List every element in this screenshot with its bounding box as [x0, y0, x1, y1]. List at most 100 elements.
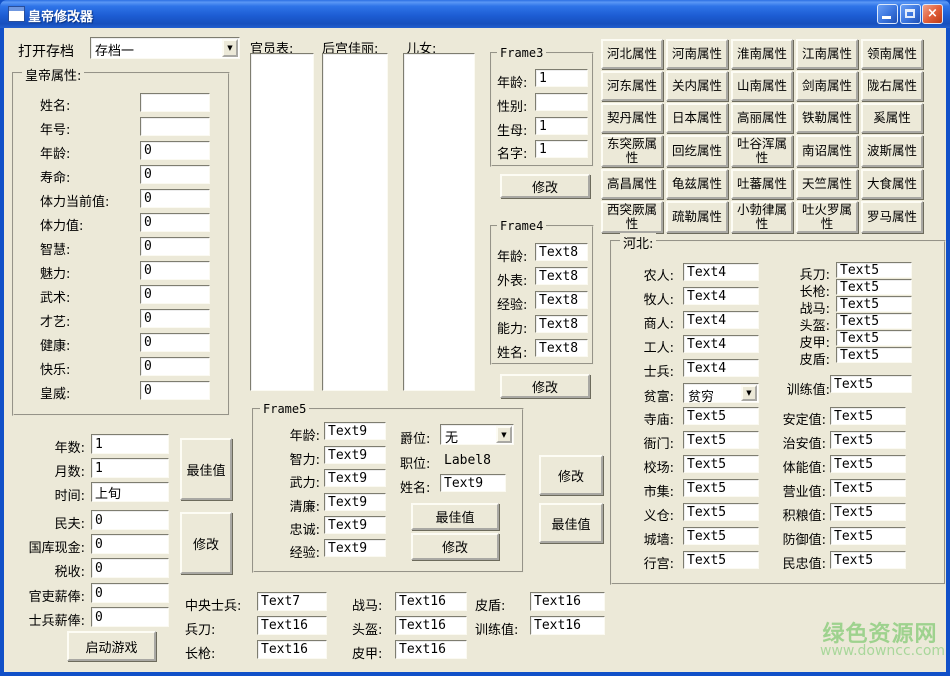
frame5-name-input[interactable]	[440, 474, 506, 492]
frame5-modify-button[interactable]: 修改	[411, 533, 499, 560]
region-button-20[interactable]: 高昌属性	[601, 169, 663, 199]
region-button-16[interactable]: 回纥属性	[666, 135, 728, 167]
region-button-11[interactable]: 日本属性	[666, 103, 728, 133]
frame4-field-4-input[interactable]	[535, 339, 588, 357]
region-button-0[interactable]: 河北属性	[601, 39, 663, 69]
central-4-input[interactable]	[395, 616, 467, 635]
state-field-3-input[interactable]	[91, 510, 169, 530]
hebei-stat-1-input[interactable]	[830, 431, 906, 449]
minimize-button[interactable]	[877, 4, 898, 24]
state-field-1-input[interactable]	[91, 458, 169, 478]
frame4-modify-button[interactable]: 修改	[500, 374, 590, 398]
central-5-input[interactable]	[395, 640, 467, 659]
region-button-24[interactable]: 大食属性	[861, 169, 923, 199]
hebei-eq-4-input[interactable]	[836, 330, 912, 346]
hebei-eq-3-input[interactable]	[836, 313, 912, 329]
region-button-6[interactable]: 关内属性	[666, 71, 728, 101]
children-listbox[interactable]	[403, 53, 475, 391]
region-button-15[interactable]: 东突厥属性	[601, 135, 663, 167]
region-button-21[interactable]: 龟兹属性	[666, 169, 728, 199]
central-0-input[interactable]	[257, 592, 327, 611]
region-button-18[interactable]: 南诏属性	[796, 135, 858, 167]
emperor-field-10-input[interactable]	[140, 333, 210, 352]
region-button-13[interactable]: 铁勒属性	[796, 103, 858, 133]
region-button-7[interactable]: 山南属性	[731, 71, 793, 101]
frame4-field-2-input[interactable]	[535, 291, 588, 309]
close-button[interactable]: ×	[922, 4, 943, 24]
hebei-bld-6-input[interactable]	[683, 551, 759, 569]
central-2-input[interactable]	[257, 640, 327, 659]
frame3-field-3-input[interactable]	[535, 140, 588, 158]
region-button-28[interactable]: 吐火罗属性	[796, 201, 858, 233]
hebei-stat-0-input[interactable]	[830, 407, 906, 425]
region-button-23[interactable]: 天竺属性	[796, 169, 858, 199]
hebei-bld-2-input[interactable]	[683, 455, 759, 473]
frame5-field-4-input[interactable]	[324, 516, 386, 534]
region-button-5[interactable]: 河东属性	[601, 71, 663, 101]
region-button-4[interactable]: 领南属性	[861, 39, 923, 69]
hebei-pop-2-input[interactable]	[683, 311, 759, 329]
region-button-29[interactable]: 罗马属性	[861, 201, 923, 233]
state-modify-button[interactable]: 修改	[180, 512, 232, 574]
hebei-stat-6-input[interactable]	[830, 551, 906, 569]
mid-modify-button[interactable]: 修改	[539, 455, 603, 495]
frame4-field-1-input[interactable]	[535, 267, 588, 285]
region-button-22[interactable]: 吐蕃属性	[731, 169, 793, 199]
emperor-field-1-input[interactable]	[140, 117, 210, 136]
state-field-2-input[interactable]	[91, 482, 169, 502]
chevron-down-icon[interactable]: ▼	[222, 39, 238, 57]
region-button-9[interactable]: 陇右属性	[861, 71, 923, 101]
hebei-pop-3-input[interactable]	[683, 335, 759, 353]
hebei-wealth-combobox[interactable]: 贫穷 ▼	[683, 383, 759, 403]
region-button-17[interactable]: 吐谷浑属性	[731, 135, 793, 167]
frame3-field-1-input[interactable]	[535, 93, 588, 111]
hebei-eq-5-input[interactable]	[836, 347, 912, 363]
region-button-10[interactable]: 契丹属性	[601, 103, 663, 133]
emperor-field-3-input[interactable]	[140, 165, 210, 184]
frame4-field-3-input[interactable]	[535, 315, 588, 333]
frame5-field-5-input[interactable]	[324, 539, 386, 557]
region-button-25[interactable]: 西突厥属性	[601, 201, 663, 233]
hebei-pop-0-input[interactable]	[683, 263, 759, 281]
central-3-input[interactable]	[395, 592, 467, 611]
hebei-bld-0-input[interactable]	[683, 407, 759, 425]
chevron-down-icon[interactable]: ▼	[741, 385, 757, 401]
start-game-button[interactable]: 启动游戏	[67, 631, 156, 661]
state-field-6-input[interactable]	[91, 583, 169, 603]
frame5-rank-combobox[interactable]: 无 ▼	[440, 424, 514, 445]
emperor-field-4-input[interactable]	[140, 189, 210, 208]
region-button-26[interactable]: 疏勒属性	[666, 201, 728, 233]
officials-listbox[interactable]	[250, 53, 314, 391]
hebei-pop-1-input[interactable]	[683, 287, 759, 305]
maximize-button[interactable]	[900, 4, 921, 24]
state-best-button[interactable]: 最佳值	[180, 438, 232, 500]
region-button-8[interactable]: 剑南属性	[796, 71, 858, 101]
emperor-field-5-input[interactable]	[140, 213, 210, 232]
hebei-stat-3-input[interactable]	[830, 479, 906, 497]
hebei-eq-2-input[interactable]	[836, 296, 912, 312]
save-slot-combobox[interactable]: 存档一 ▼	[90, 37, 240, 59]
central-6-input[interactable]	[530, 592, 605, 611]
region-button-2[interactable]: 淮南属性	[731, 39, 793, 69]
hebei-bld-4-input[interactable]	[683, 503, 759, 521]
state-field-4-input[interactable]	[91, 534, 169, 554]
frame3-field-2-input[interactable]	[535, 117, 588, 135]
chevron-down-icon[interactable]: ▼	[496, 426, 512, 443]
emperor-field-6-input[interactable]	[140, 237, 210, 256]
region-button-1[interactable]: 河南属性	[666, 39, 728, 69]
frame3-field-0-input[interactable]	[535, 69, 588, 87]
hebei-bld-1-input[interactable]	[683, 431, 759, 449]
region-button-19[interactable]: 波斯属性	[861, 135, 923, 167]
emperor-field-8-input[interactable]	[140, 285, 210, 304]
emperor-field-0-input[interactable]	[140, 93, 210, 112]
hebei-stat-4-input[interactable]	[830, 503, 906, 521]
frame4-field-0-input[interactable]	[535, 243, 588, 261]
hebei-bld-5-input[interactable]	[683, 527, 759, 545]
frame5-field-0-input[interactable]	[324, 422, 386, 440]
region-button-27[interactable]: 小勃律属性	[731, 201, 793, 233]
central-1-input[interactable]	[257, 616, 327, 635]
frame5-field-2-input[interactable]	[324, 469, 386, 487]
hebei-training-input[interactable]	[830, 375, 912, 393]
frame5-best-button[interactable]: 最佳值	[411, 503, 499, 530]
frame5-field-1-input[interactable]	[324, 446, 386, 464]
